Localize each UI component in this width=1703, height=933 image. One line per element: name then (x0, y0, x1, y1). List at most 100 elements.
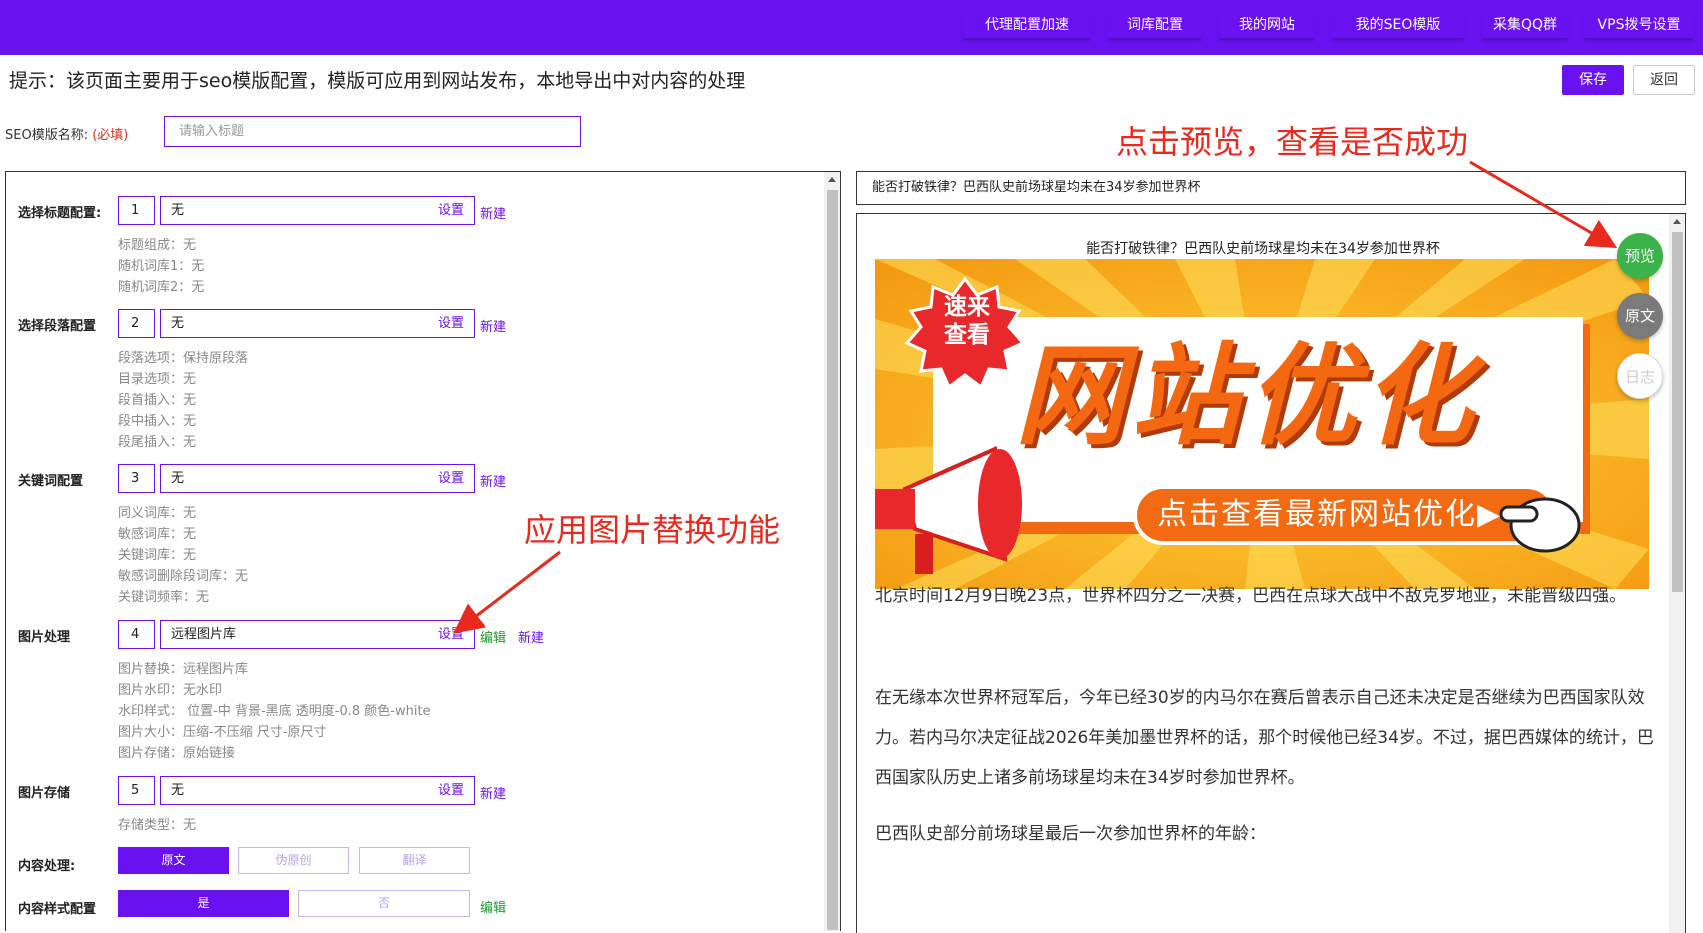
detail-line: 同义词库：无 (118, 506, 197, 521)
article-paragraph: 在无缘本次世界杯冠军后，今年已经30岁的内马尔在赛后曾表示自己还未决定是否继续为… (875, 688, 1654, 788)
detail-line: 随机词库1：无 (118, 259, 205, 274)
template-name-label: SEO模版名称: (必填) (5, 124, 128, 143)
detail-line: 段中插入：无 (118, 414, 197, 429)
content-style-yes[interactable]: 是 (118, 890, 289, 917)
banner-badge-line1: 速来 (944, 294, 990, 320)
image-config-num[interactable]: 4 (118, 620, 155, 649)
paragraph-config-label: 选择段落配置 (18, 319, 97, 334)
scroll-up-icon[interactable] (1673, 219, 1681, 224)
detail-line: 水印样式： 位置-中 背景-黑底 透明度-0.8 颜色-white (118, 704, 431, 719)
detail-line: 目录选项：无 (118, 372, 197, 387)
article-paragraph: 北京时间12月9日晚23点，世界杯四分之一决赛，巴西在点球大战中不敌克罗地亚，未… (875, 586, 1627, 606)
image-config-label: 图片处理 (18, 630, 71, 645)
storage-config-num[interactable]: 5 (118, 776, 155, 805)
detail-line: 图片水印：无水印 (118, 683, 223, 698)
required-mark: (必填) (92, 128, 129, 143)
scrollbar-thumb[interactable] (827, 190, 838, 930)
annotation-image-hint: 应用图片替换功能 (524, 511, 781, 549)
article-title: 能否打破铁律？巴西队史前场球星均未在34岁参加世界杯 (1086, 241, 1440, 257)
keyword-config-num[interactable]: 3 (118, 464, 155, 493)
banner-badge-text: 速来 查看 (927, 293, 1007, 349)
storage-config-new-link[interactable]: 新建 (480, 783, 506, 802)
detail-line: 关键词频率：无 (118, 590, 210, 605)
title-config-num[interactable]: 1 (118, 196, 155, 225)
annotation-preview-hint: 点击预览，查看是否成功 (1116, 123, 1469, 161)
content-option-rewrite[interactable]: 伪原创 (238, 847, 349, 874)
keyword-config-details: 同义词库：无 敏感词库：无 关键词库：无 敏感词删除段词库：无 关键词频率：无 (118, 503, 248, 608)
image-config-details: 图片替换：远程图片库 图片水印：无水印 水印样式： 位置-中 背景-黑底 透明度… (118, 659, 431, 764)
content-option-translate[interactable]: 翻译 (359, 847, 470, 874)
content-style-no[interactable]: 否 (298, 890, 470, 917)
title-config-set-link[interactable]: 设置 (438, 197, 464, 224)
top-nav: 代理配置加速 词库配置 我的网站 我的SEO模版 采集QQ群 VPS拨号设置 (0, 0, 1703, 55)
detail-line: 随机词库2：无 (118, 280, 205, 295)
detail-line: 敏感词库：无 (118, 527, 197, 542)
storage-config-label: 图片存储 (18, 786, 71, 801)
article-preview: 能否打破铁律？巴西队史前场球星均未在34岁参加世界杯 速来 查看 网站优化 点击… (856, 213, 1686, 933)
image-config-new-link[interactable]: 新建 (518, 627, 544, 646)
nav-my-sites[interactable]: 我的网站 (1219, 10, 1315, 40)
template-name-input[interactable]: 请输入标题 (164, 116, 581, 147)
banner-headline: 网站优化 (1015, 332, 1479, 460)
content-option-original[interactable]: 原文 (118, 847, 229, 874)
detail-line: 图片大小：压缩-不压缩 尺寸-原尺寸 (118, 725, 327, 740)
article-title-field[interactable]: 能否打破铁律？巴西队史前场球星均未在34岁参加世界杯 (856, 171, 1686, 205)
storage-config-select[interactable]: 无 设置 (160, 776, 475, 805)
title-config-select[interactable]: 无 设置 (160, 196, 475, 225)
detail-line: 段落选项：保持原段落 (118, 351, 249, 366)
preview-scrollbar[interactable] (1669, 214, 1685, 933)
paragraph-config-new-link[interactable]: 新建 (480, 316, 506, 335)
back-button[interactable]: 返回 (1633, 65, 1695, 95)
paragraph-config-num[interactable]: 2 (118, 309, 155, 338)
preview-fab-button[interactable]: 预览 (1617, 233, 1663, 279)
detail-line: 存储类型：无 (118, 818, 197, 833)
detail-line: 图片替换：远程图片库 (118, 662, 249, 677)
image-config-set-link[interactable]: 设置 (438, 621, 464, 648)
content-style-label: 内容样式配置 (18, 902, 97, 917)
detail-line: 关键词库：无 (118, 548, 197, 563)
keyword-config-value: 无 (171, 471, 185, 486)
image-config-select[interactable]: 远程图片库 设置 (160, 620, 475, 649)
image-config-value: 远程图片库 (171, 627, 237, 642)
nav-my-seo-templates[interactable]: 我的SEO模版 (1332, 10, 1464, 40)
save-button[interactable]: 保存 (1562, 65, 1624, 95)
config-scrollbar[interactable] (824, 172, 840, 931)
content-process-label: 内容处理: (18, 859, 76, 874)
banner-badge-line2: 查看 (944, 322, 990, 348)
nav-qq-groups[interactable]: 采集QQ群 (1481, 10, 1569, 40)
title-config-label: 选择标题配置: (18, 206, 102, 221)
paragraph-config-details: 段落选项：保持原段落 目录选项：无 段首插入：无 段中插入：无 段尾插入：无 (118, 348, 248, 453)
template-name-label-text: SEO模版名称: (5, 128, 89, 143)
image-config-edit-link[interactable]: 编辑 (480, 627, 506, 646)
detail-line: 段首插入：无 (118, 393, 197, 408)
paragraph-config-set-link[interactable]: 设置 (438, 310, 464, 337)
scroll-up-icon[interactable] (828, 177, 836, 182)
keyword-config-select[interactable]: 无 设置 (160, 464, 475, 493)
storage-config-value: 无 (171, 783, 185, 798)
page-hint: 提示：该页面主要用于seo模版配置，模版可应用到网站发布，本地导出中对内容的处理 (9, 70, 746, 92)
content-style-edit-link[interactable]: 编辑 (480, 897, 506, 916)
title-config-details: 标题组成：无 随机词库1：无 随机词库2：无 (118, 235, 204, 298)
detail-line: 标题组成：无 (118, 238, 197, 253)
article-banner-image: 速来 查看 网站优化 点击查看最新网站优化▶ (875, 259, 1649, 589)
paragraph-config-value: 无 (171, 316, 185, 331)
banner-cta-text: 点击查看最新网站优化▶ (1157, 497, 1503, 532)
keyword-config-set-link[interactable]: 设置 (438, 465, 464, 492)
storage-config-set-link[interactable]: 设置 (438, 777, 464, 804)
detail-line: 段尾插入：无 (118, 435, 197, 450)
original-fab-button[interactable]: 原文 (1617, 293, 1663, 339)
detail-line: 敏感词删除段词库：无 (118, 569, 249, 584)
paragraph-config-select[interactable]: 无 设置 (160, 309, 475, 338)
scrollbar-thumb[interactable] (1672, 232, 1683, 592)
article-paragraph: 巴西队史部分前场球星最后一次参加世界杯的年龄： (875, 824, 1266, 844)
config-panel: 选择标题配置: 1 无 设置 新建 标题组成：无 随机词库1：无 随机词库2：无… (5, 171, 841, 931)
log-fab-button[interactable]: 日志 (1617, 353, 1663, 399)
storage-config-details: 存储类型：无 (118, 815, 196, 836)
nav-wordlib-config[interactable]: 词库配置 (1108, 10, 1202, 40)
detail-line: 图片存储：原始链接 (118, 746, 236, 761)
nav-vps-dial[interactable]: VPS拨号设置 (1584, 10, 1694, 40)
title-config-value: 无 (171, 203, 185, 218)
nav-proxy-config[interactable]: 代理配置加速 (963, 10, 1091, 40)
title-config-new-link[interactable]: 新建 (480, 203, 506, 222)
keyword-config-new-link[interactable]: 新建 (480, 471, 506, 490)
